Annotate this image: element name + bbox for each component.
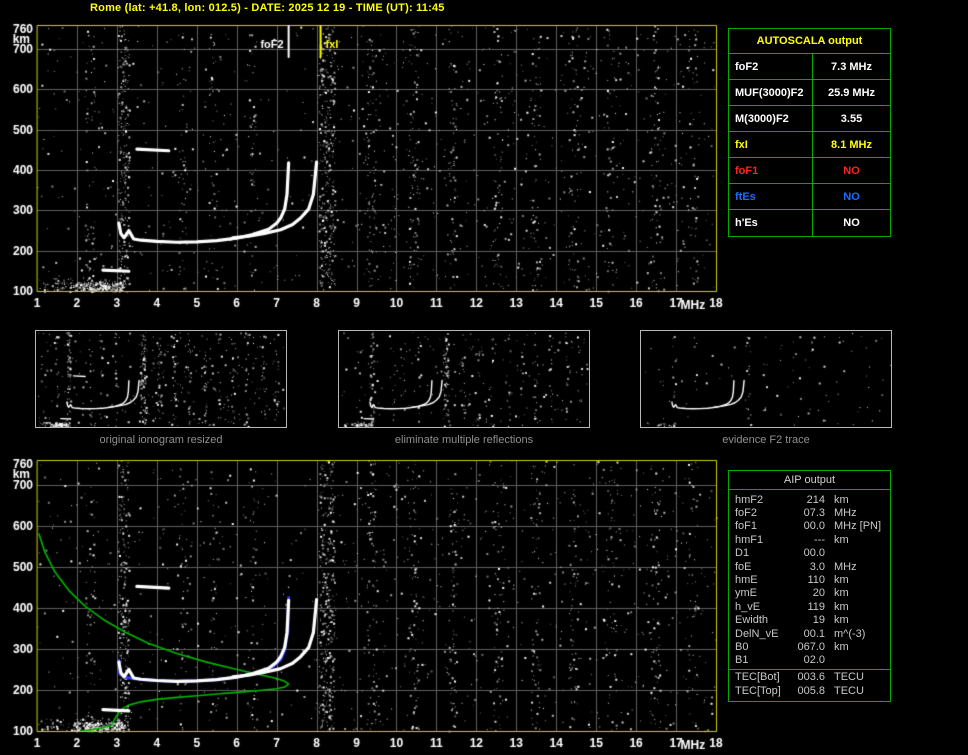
aip-label: hmF2: [735, 493, 764, 506]
aip-label: DelN_vE: [735, 627, 779, 640]
aip-label: B0: [735, 640, 749, 653]
page-title: Rome (lat: +41.8, lon: 012.5) - DATE: 20…: [90, 2, 445, 14]
autoscala-param-label: foF1: [729, 158, 813, 183]
aip-value: 00.0: [803, 520, 825, 533]
aip-value: 3.0: [809, 560, 825, 573]
autoscala-row-m(3000)f2: M(3000)F2 3.55: [729, 106, 890, 132]
autoscala-param-value: 25.9 MHz: [827, 87, 876, 99]
aip-output-panel: AIP output hmF2 214 km foF2 07.3 MHz foF1 00.0 M…: [728, 470, 891, 703]
aip-value: 19: [812, 614, 825, 627]
autoscala-param-label: ftEs: [729, 184, 813, 209]
aip-label: foE: [735, 560, 752, 573]
aip-value: 214: [806, 493, 825, 506]
aip-row-foe: foE 3.0 MHz: [729, 560, 890, 573]
aip-unit: km: [834, 600, 849, 613]
autoscala-row-fof2: foF2 7.3 MHz: [729, 54, 890, 80]
aip-row-fof1: foF1 00.0 MHz [PN]: [729, 520, 890, 533]
aip-value: 110: [807, 574, 825, 587]
aip-unit: MHz [PN]: [834, 520, 882, 533]
autoscala-param-value: 8.1 MHz: [831, 139, 872, 151]
aip-value: 02.0: [803, 654, 825, 667]
ionogram-plot: [0, 20, 728, 320]
aip-value: 119: [807, 600, 825, 613]
aip-label: TEC[Top]: [735, 684, 781, 697]
aip-unit: MHz: [834, 560, 857, 573]
autoscala-row-fof1: foF1 NO: [729, 158, 890, 184]
aip-unit: km: [834, 587, 849, 600]
aip-unit: km: [834, 493, 849, 506]
aip-label: hmF1: [735, 533, 764, 546]
autoscala-param-value: NO: [843, 165, 860, 177]
aip-value: 00.0: [803, 547, 825, 560]
autoscala-param-label: MUF(3000)F2: [729, 80, 813, 105]
thumbnail-caption-reflections: eliminate multiple reflections: [394, 434, 534, 446]
aip-unit: m^(-3): [834, 627, 866, 640]
thumbnail-caption-f2trace: evidence F2 trace: [722, 434, 810, 446]
autoscala-panel-header: AUTOSCALA output: [729, 29, 890, 54]
aip-label: h_vE: [735, 600, 761, 613]
autoscala-row-muf(3000)f2: MUF(3000)F2 25.9 MHz: [729, 80, 890, 106]
autoscala-param-value: 7.3 MHz: [831, 61, 872, 73]
aip-row-deln_ve: DelN_vE 00.1 m^(-3): [729, 627, 890, 640]
aip-unit: km: [834, 574, 849, 587]
aip-label: foF2: [735, 507, 758, 520]
aip-row-ewidth: Ewidth 19 km: [729, 614, 890, 627]
autoscala-output-panel: AUTOSCALA output foF2 7.3 MHz MUF(3000)F2 2…: [728, 28, 891, 237]
aip-unit: km: [834, 614, 849, 627]
aip-label: hmE: [735, 574, 758, 587]
aip-unit: TECU: [834, 671, 864, 684]
aip-row-hmf2: hmF2 214 km: [729, 493, 890, 506]
aip-unit: MHz: [834, 507, 857, 520]
aip-row-hmf1: hmF1 --- km: [729, 533, 890, 546]
autoscala-param-value: 3.55: [840, 113, 863, 125]
aip-label: ymE: [735, 587, 757, 600]
aip-label: foF1: [735, 520, 758, 533]
aip-label: TEC[Bot]: [735, 671, 780, 684]
aip-unit: km: [834, 640, 849, 653]
aip-label: Ewidth: [735, 614, 769, 627]
aip-panel-header: AIP output: [729, 471, 890, 490]
aip-row-hme: hmE 110 km: [729, 573, 890, 586]
profile-ionogram-plot: [0, 455, 728, 755]
autoscala-param-label: M(3000)F2: [729, 106, 813, 131]
autoscala-param-label: foF2: [729, 54, 813, 79]
aip-label: D1: [735, 547, 750, 560]
autoscala-param-label: fxI: [729, 132, 813, 157]
aip-row-b0: B0 067.0 km: [729, 640, 890, 653]
aip-unit: km: [834, 533, 849, 546]
autoscala-param-value: NO: [843, 217, 860, 229]
aip-value: 005.8: [797, 684, 825, 697]
thumbnail-caption-original: original ionogram resized: [99, 434, 223, 446]
aip-label: B1: [735, 654, 749, 667]
aip-value: 067.0: [797, 640, 825, 653]
aip-row-fof2: foF2 07.3 MHz: [729, 506, 890, 519]
autoscala-param-label: h'Es: [729, 210, 813, 236]
aip-row-tec[bot]: TEC[Bot] 003.6 TECU: [729, 669, 890, 684]
thumbnail-f2-trace-evidence: [640, 330, 892, 428]
aip-row-d1: D1 00.0: [729, 547, 890, 560]
aip-row-b1: B1 02.0: [729, 654, 890, 667]
autoscala-rows: foF2 7.3 MHz MUF(3000)F2 25.9 MHz M(3000)F2 3…: [729, 54, 890, 236]
aip-value: ---: [814, 533, 825, 546]
aip-rows: hmF2 214 km foF2 07.3 MHz foF1 00.0 MHz [PN] hmF1…: [729, 493, 890, 697]
autoscala-row-fxi: fxI 8.1 MHz: [729, 132, 890, 158]
aip-value: 20: [812, 587, 825, 600]
autoscala-param-value: NO: [843, 191, 860, 203]
aip-row-yme: ymE 20 km: [729, 587, 890, 600]
thumbnail-multiple-reflections-removed: [338, 330, 590, 428]
autoscala-row-h'es: h'Es NO: [729, 210, 890, 236]
aip-row-h_ve: h_vE 119 km: [729, 600, 890, 613]
aip-row-tec[top]: TEC[Top] 005.8 TECU: [729, 684, 890, 697]
aip-unit: TECU: [834, 684, 864, 697]
aip-value: 07.3: [803, 507, 825, 520]
aip-value: 003.6: [797, 671, 825, 684]
autoscala-row-ftes: ftEs NO: [729, 184, 890, 210]
aip-value: 00.1: [803, 627, 825, 640]
thumbnail-original-ionogram: [35, 330, 287, 428]
